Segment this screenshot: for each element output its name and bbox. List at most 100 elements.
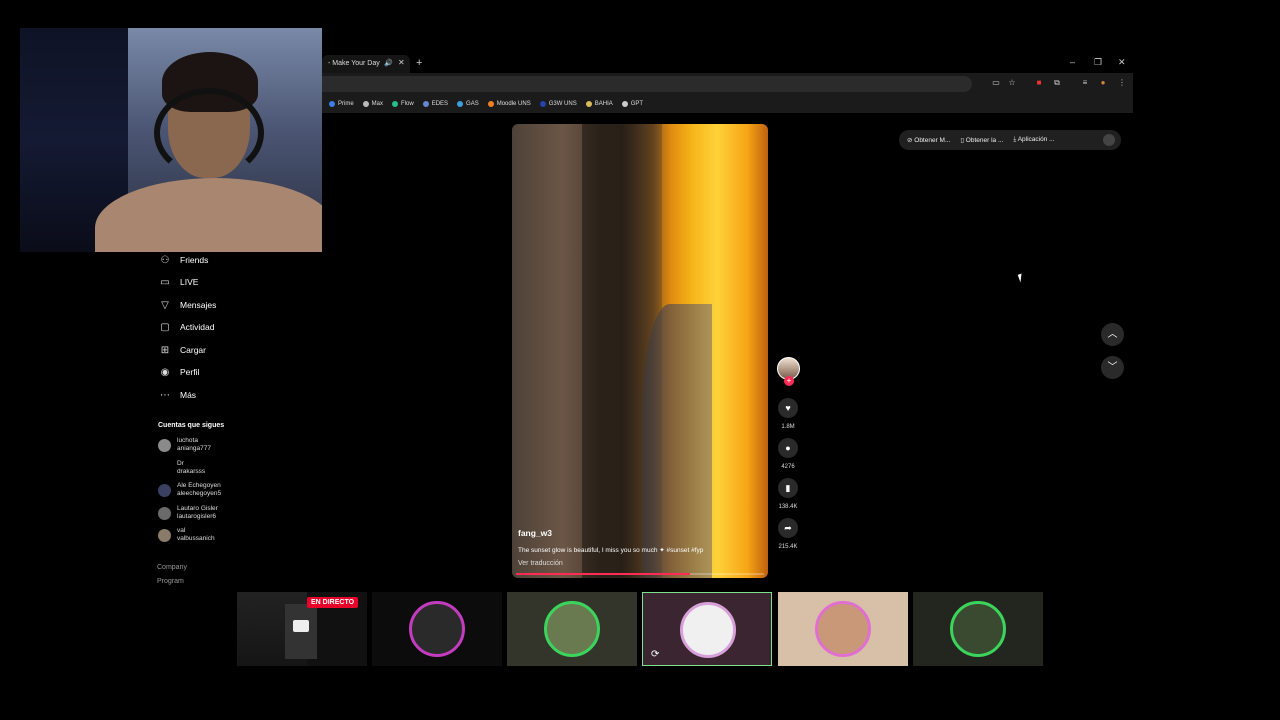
save-button[interactable]: ▮ [778,478,798,498]
follow-plus-icon[interactable]: + [784,376,794,386]
sidebar-item-label: LIVE [180,277,199,287]
chevron-up-icon: ︿ [1107,329,1118,340]
sidebar-item-label: Mensajes [180,300,217,310]
bookmark-item[interactable]: Moodle UNS [487,101,531,107]
sidebar-item-label: Perfil [180,367,200,377]
bookmark-item[interactable]: EDES [422,101,449,107]
browser-tab[interactable]: - Make Your Day 🔊 ✕ [322,55,410,73]
sidebar-item-label: Más [180,390,197,400]
avatar [950,601,1006,657]
upload-icon: ⊞ [160,344,170,356]
footer-link-program[interactable]: Program [157,578,184,585]
sidebar-item-label: Actividad [180,322,215,332]
download-app-chip[interactable]: ⤓ Aplicación ... [1013,136,1054,144]
minimize-button[interactable]: – [1070,57,1075,67]
avatar [158,506,171,520]
account-handle: lautarogisler6 [177,513,217,520]
address-bar[interactable] [322,76,972,92]
bookmark-item[interactable]: Max [362,101,384,107]
bookmark-item[interactable]: GPT [621,101,644,107]
stream-card[interactable] [372,592,502,666]
account-handle: aleechegoyen5 [177,490,222,497]
following-account[interactable]: val valbussanich [158,527,215,543]
stream-card[interactable] [913,592,1043,666]
headset-icon [154,88,264,178]
bookmark-label: BAHIA [594,101,613,107]
see-translation-link[interactable]: Ver traducción [518,560,563,567]
footer-link-company[interactable]: Company [157,564,187,571]
live-icon: ▭ [160,276,170,288]
bookmark-icon: ▮ [785,483,791,493]
bookmark-label: Max [371,101,384,107]
new-tab-button[interactable]: + [416,57,422,69]
users-icon: ⚇ [160,254,170,266]
sidebar-item-more[interactable]: ⋯ Más [158,386,196,404]
bookmark-label: Flow [401,101,414,107]
following-account[interactable]: Dr drakarsss [158,460,205,476]
sidebar-item-label: Friends [180,255,209,265]
bookmark-item[interactable]: BAHIA [585,101,613,107]
get-app-chips: ⊘ Obtener M... ▯ Obtener la ... ⤓ Aplica… [899,130,1121,150]
sidebar-item-profile[interactable]: ◉ Perfil [158,363,200,381]
save-count: 138.4K [778,504,798,510]
menu-icon[interactable]: ⋮ [1117,78,1127,87]
bookmark-item[interactable]: GAS [457,101,479,107]
video-author[interactable]: fang_w3 [518,528,552,538]
profile-avatar[interactable]: ● [1098,78,1108,87]
next-video-button[interactable]: ﹀ [1101,356,1124,379]
sidebar-item-upload[interactable]: ⊞ Cargar [158,341,206,359]
stream-card[interactable] [778,592,908,666]
monitor-icon [293,620,309,632]
following-account[interactable]: Lautaro Gisler lautarogisler6 [158,505,218,521]
video-player[interactable]: fang_w3 The sunset glow is beautiful, I … [512,124,768,578]
avatar [544,601,600,657]
like-button[interactable]: ♥ [778,398,798,418]
bookmark-label: EDES [431,101,449,107]
bookmark-item[interactable]: Flow [392,101,414,107]
tab-title: - Make Your Day [328,60,380,67]
stream-card[interactable] [507,592,637,666]
video-progress-bar[interactable] [516,573,764,575]
following-account[interactable]: Ale Echegoyen aleechegoyen5 [158,482,221,498]
avatar [158,438,171,452]
share-count: 215.4K [778,544,798,550]
bookmark-favicon-icon [487,101,494,107]
video-progress-fill [516,573,690,575]
previous-video-button[interactable]: ︿ [1101,323,1124,346]
avatar [680,602,736,658]
account-handle: valbussanich [177,535,215,542]
sidebar-item-live[interactable]: ▭ LIVE [158,273,198,291]
bookmark-favicon-icon [539,101,546,107]
extension-icon[interactable]: ■ [1034,78,1044,87]
comment-button[interactable]: ● [778,438,798,458]
speaker-icon[interactable]: 🔊 [384,59,393,67]
get-app-chip[interactable]: ▯ Obtener la ... [960,136,1003,144]
cast-icon[interactable]: ▭ [991,78,1001,87]
following-heading: Cuentas que sigues [158,422,225,429]
bookmark-favicon-icon [392,101,399,107]
star-icon[interactable]: ☆ [1007,78,1017,87]
live-badge: EN DIRECTO [307,597,359,608]
user-avatar[interactable] [1103,134,1115,146]
close-window-button[interactable]: ✕ [1118,57,1126,68]
close-icon[interactable]: ✕ [398,58,405,67]
share-button[interactable]: ➦ [778,518,798,538]
bookmark-item[interactable]: G3W UNS [539,101,577,107]
maximize-button[interactable]: ❐ [1094,57,1102,68]
sidebar-item-messages[interactable]: ▽ Mensajes [158,296,216,314]
account-name: luchota [177,437,198,444]
puzzle-icon[interactable]: ⧉ [1052,78,1062,88]
stream-card-selected[interactable]: ⟳ [642,592,772,666]
bookmark-favicon-icon [621,101,628,107]
bookmark-label: Prime [338,101,354,107]
bookmark-label: GPT [630,101,644,107]
following-account[interactable]: luchota anianga777 [158,437,211,453]
activity-icon: ▢ [160,321,170,333]
sidebar-item-friends[interactable]: ⚇ Friends [158,251,209,269]
video-description: The sunset glow is beautiful, I miss you… [518,547,704,554]
toolbar: ▭ ☆ ■ ⧉ ≡ ● ⋮ [322,73,1133,95]
sidebar-item-activity[interactable]: ▢ Actividad [158,318,215,336]
bookmark-item[interactable]: Prime [329,101,354,107]
get-coins-chip[interactable]: ⊘ Obtener M... [907,136,950,144]
media-icon[interactable]: ≡ [1080,78,1090,87]
